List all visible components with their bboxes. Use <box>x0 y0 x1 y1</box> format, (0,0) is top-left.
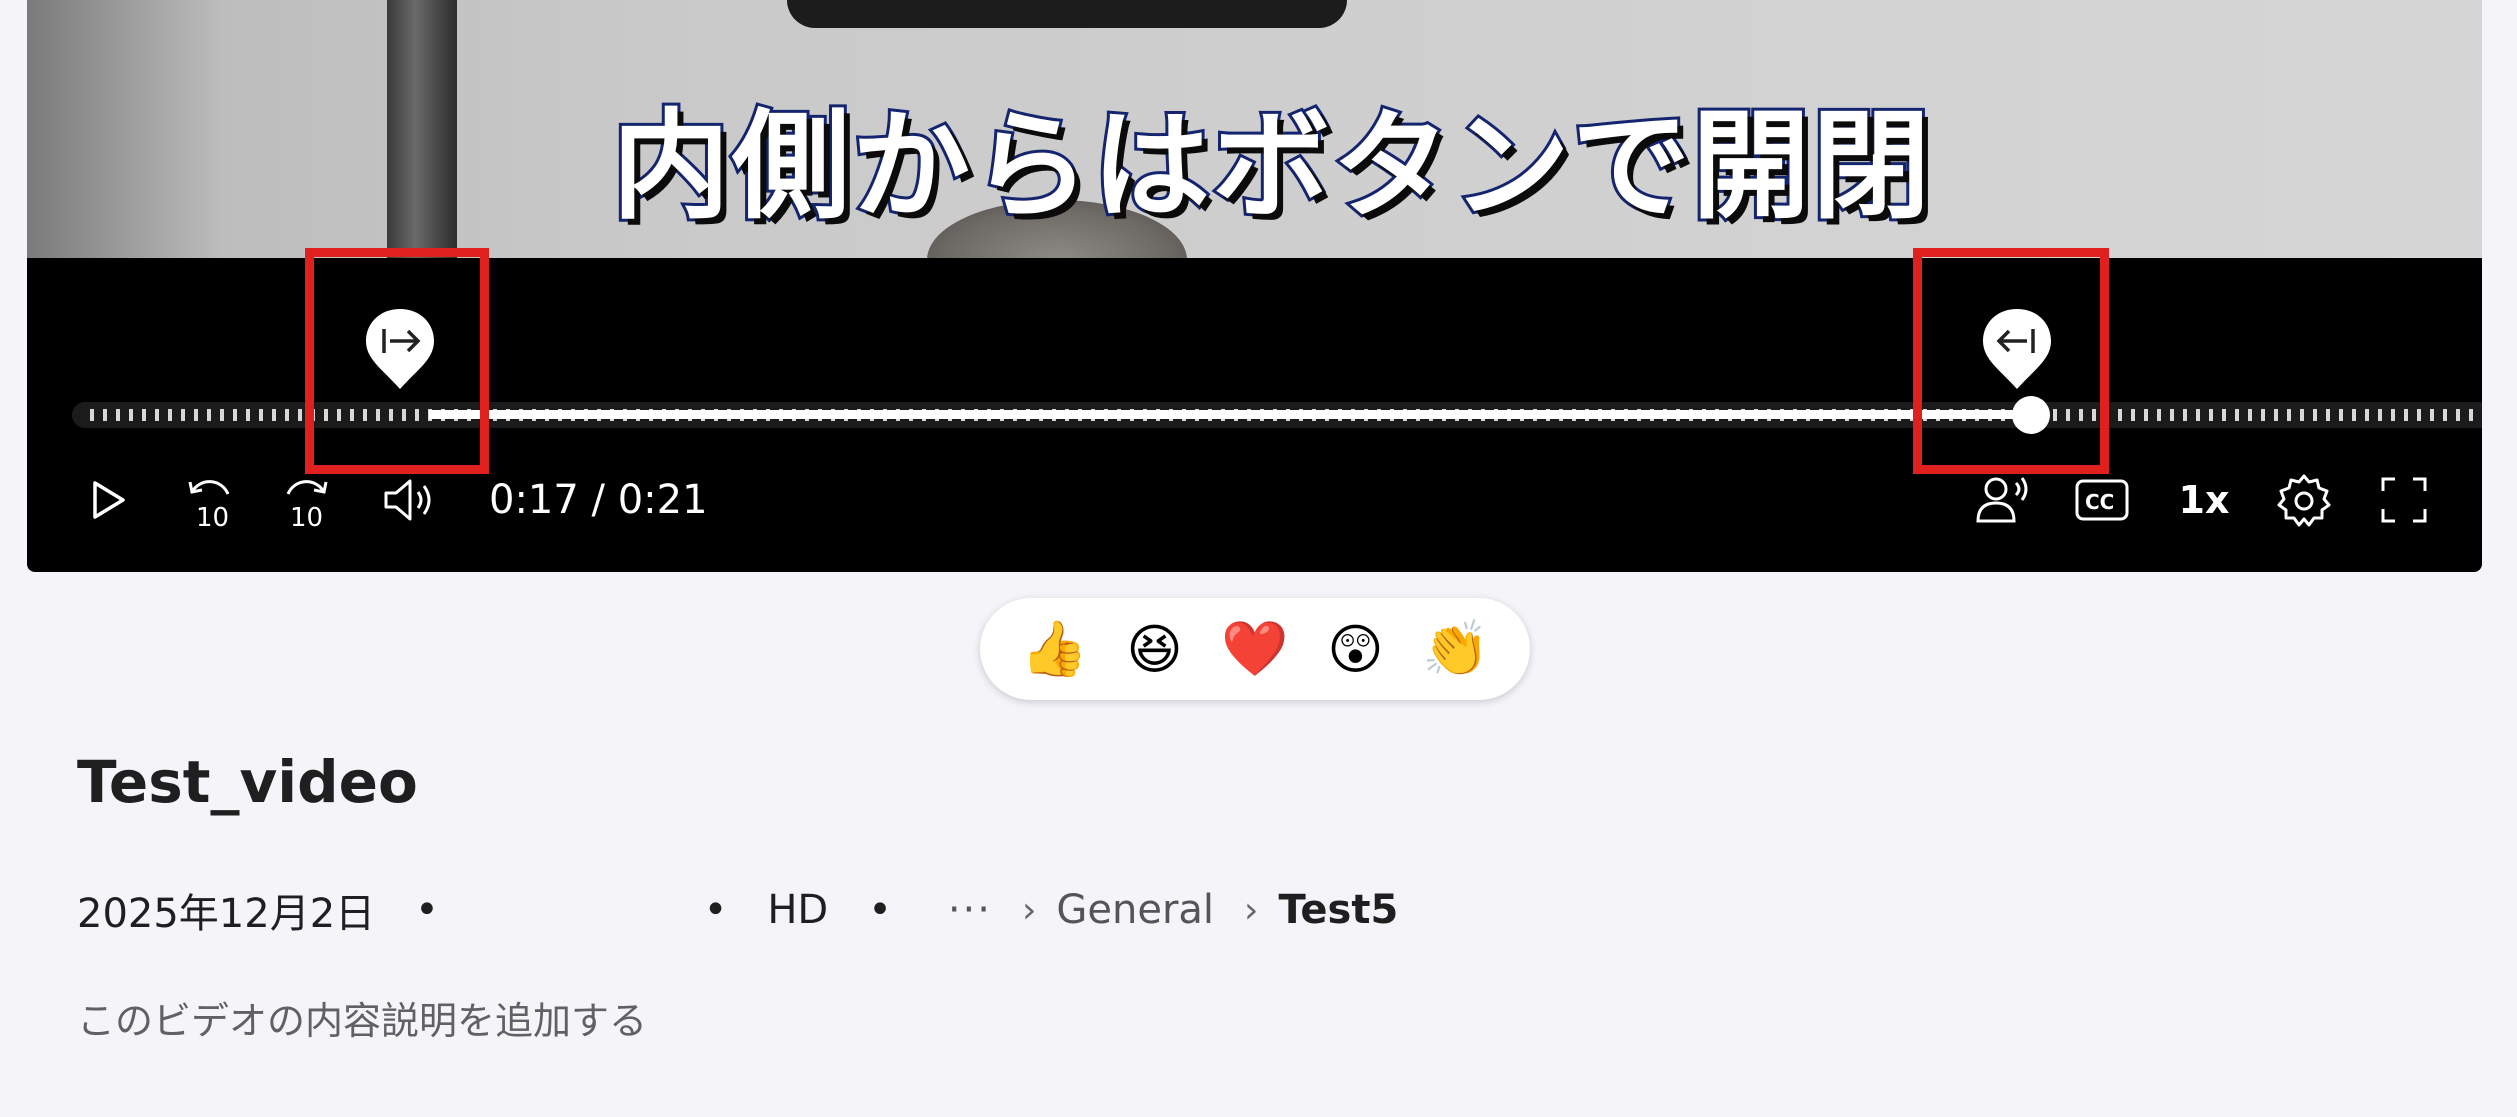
timeline-tick <box>2248 409 2252 421</box>
timeline-tick <box>103 409 107 421</box>
quality-badge: HD <box>767 887 829 933</box>
reaction-bar: 👍 😆 ❤️ 😲 👏 <box>980 598 1530 700</box>
timeline-tick <box>2378 409 2382 421</box>
svg-text:CC: CC <box>2085 490 2114 514</box>
reaction-applause[interactable]: 👏 <box>1421 614 1491 684</box>
play-button[interactable] <box>73 460 143 540</box>
timeline-tick <box>2222 409 2226 421</box>
playback-speed-button[interactable]: 1x <box>2169 460 2239 540</box>
timeline-tick <box>2326 409 2330 421</box>
svg-text:10: 10 <box>290 503 323 530</box>
meta-separator: • <box>868 887 892 933</box>
thumbs-up-icon: 👍 <box>1020 617 1088 680</box>
trim-end-highlight <box>1913 248 2109 474</box>
timeline-tick <box>233 409 237 421</box>
timeline-tick <box>2430 409 2434 421</box>
rewind-10-icon: 10 <box>188 480 230 530</box>
timeline-tick <box>155 409 159 421</box>
video-meta-row: 2025年12月2日 • • HD • ··· › General › Test… <box>77 880 1398 940</box>
closed-captions-icon: CC <box>2075 479 2129 521</box>
breadcrumb-more-button[interactable]: ··· <box>948 887 992 933</box>
surprised-icon: 😲 <box>1327 617 1384 681</box>
breadcrumb-test5[interactable]: Test5 <box>1278 887 1398 933</box>
timeline-tick <box>2261 409 2265 421</box>
heart-icon: ❤️ <box>1221 617 1289 680</box>
timeline-tick <box>116 409 120 421</box>
settings-button[interactable] <box>2269 460 2339 540</box>
timeline-tick <box>298 409 302 421</box>
timeline-tick <box>2365 409 2369 421</box>
fullscreen-icon <box>2381 477 2427 523</box>
timeline-tick <box>168 409 172 421</box>
video-title: Test_video <box>77 748 418 816</box>
timeline-tick <box>259 409 263 421</box>
meta-separator: • <box>703 887 728 933</box>
laugh-icon: 😆 <box>1126 617 1183 681</box>
reaction-laugh[interactable]: 😆 <box>1120 614 1190 684</box>
frame-handle <box>787 0 1347 28</box>
timeline-tick <box>2417 409 2421 421</box>
captions-button[interactable]: CC <box>2067 460 2137 540</box>
timeline-tick <box>246 409 250 421</box>
timeline-tick <box>2183 409 2187 421</box>
speaker-icon <box>1976 477 2028 523</box>
timeline-tick <box>2339 409 2343 421</box>
fullscreen-button[interactable] <box>2369 460 2439 540</box>
play-icon <box>93 481 125 519</box>
reaction-heart[interactable]: ❤️ <box>1220 614 1290 684</box>
trim-start-highlight <box>305 248 489 474</box>
timeline-tick <box>2131 409 2135 421</box>
timeline-tick <box>2352 409 2356 421</box>
timeline-tick <box>2287 409 2291 421</box>
timeline-tick <box>2157 409 2161 421</box>
applause-icon: 👏 <box>1422 617 1490 680</box>
timeline-tick <box>2118 409 2122 421</box>
timeline-tick <box>2313 409 2317 421</box>
volume-icon <box>384 479 431 521</box>
control-bar: 10 10 0:17 / 0:21 CC 1x <box>27 460 2482 540</box>
chevron-right-icon: › <box>1021 889 1037 931</box>
timeline-tick <box>285 409 289 421</box>
timeline-tick <box>2404 409 2408 421</box>
timeline-tick <box>194 409 198 421</box>
skip-forward-button[interactable]: 10 <box>273 460 343 540</box>
timeline-tick <box>2196 409 2200 421</box>
video-caption: 内側からはボタンで開閉 <box>609 94 1933 238</box>
timeline-tick <box>272 409 276 421</box>
svg-text:10: 10 <box>196 503 229 530</box>
timeline-tick <box>2443 409 2447 421</box>
video-frame[interactable]: 内側からはボタンで開閉 <box>27 0 2482 258</box>
speaker-view-button[interactable] <box>1967 460 2037 540</box>
time-display: 0:17 / 0:21 <box>489 477 708 523</box>
meta-separator: • <box>415 887 439 933</box>
timeline-tick <box>181 409 185 421</box>
timeline-selected-range <box>429 410 2029 419</box>
chevron-right-icon: › <box>1244 889 1259 931</box>
gear-icon <box>2277 474 2331 527</box>
description-field[interactable]: このビデオの内容説明を追加する <box>77 990 647 1045</box>
timeline-tick <box>2469 409 2473 421</box>
frame-door-post <box>387 0 457 258</box>
timeline-tick <box>207 409 211 421</box>
breadcrumb-general[interactable]: General <box>1056 887 1214 933</box>
timeline-tick <box>2456 409 2460 421</box>
upload-date: 2025年12月2日 <box>77 891 376 937</box>
skip-back-button[interactable]: 10 <box>173 460 243 540</box>
reaction-thumbs-up[interactable]: 👍 <box>1019 614 1089 684</box>
timeline-tick <box>2274 409 2278 421</box>
forward-10-icon: 10 <box>286 480 328 530</box>
volume-button[interactable] <box>373 460 443 540</box>
timeline-tick <box>90 409 94 421</box>
timeline-tick <box>2144 409 2148 421</box>
timeline-tick <box>129 409 133 421</box>
timeline-tick <box>2209 409 2213 421</box>
video-player[interactable]: 内側からはボタンで開閉 10 10 0:17 / 0:21 CC 1x <box>27 0 2482 572</box>
timeline-tick <box>2300 409 2304 421</box>
timeline-tick <box>2391 409 2395 421</box>
timeline-tick <box>142 409 146 421</box>
timeline-tick <box>2170 409 2174 421</box>
reaction-surprised[interactable]: 😲 <box>1320 614 1390 684</box>
timeline-tick <box>2235 409 2239 421</box>
timeline-tick <box>220 409 224 421</box>
